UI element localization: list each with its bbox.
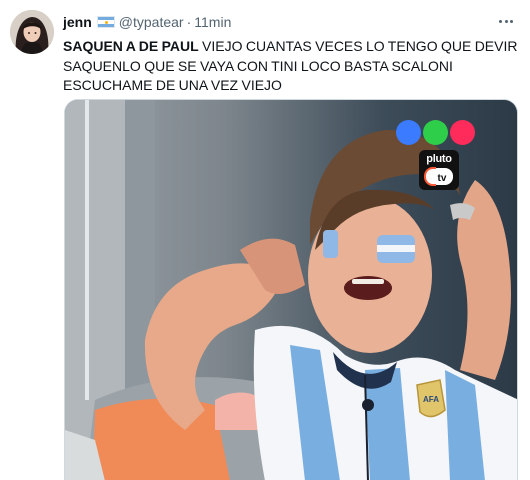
tweet-header: jenn @typatear · 11min [63, 12, 231, 32]
logo-dot-green [423, 120, 448, 145]
tv-badge: tv [424, 167, 453, 186]
channel-logo-icon [396, 120, 475, 145]
avatar[interactable] [10, 10, 54, 54]
logo-dot-blue [396, 120, 421, 145]
argentina-flag-icon [96, 16, 115, 28]
more-options-icon[interactable] [496, 12, 516, 30]
display-name[interactable]: jenn [63, 14, 92, 30]
tweet-media-image[interactable]: AFA pluto tv [64, 99, 518, 480]
tweet-text-bold: SAQUEN A DE PAUL [63, 38, 199, 54]
pluto-tv-badge: pluto tv [419, 150, 459, 190]
jersey-patch-text: AFA [423, 395, 439, 404]
logo-dot-red [450, 120, 475, 145]
user-handle[interactable]: @typatear [119, 14, 184, 30]
tweet[interactable]: jenn @typatear · 11min SAQUEN A DE PAUL … [0, 0, 530, 480]
separator: · [186, 14, 192, 30]
timestamp[interactable]: 11min [194, 14, 231, 30]
pluto-badge-label: pluto [426, 153, 452, 165]
tweet-text: SAQUEN A DE PAUL VIEJO CUANTAS VECES LO … [63, 37, 523, 96]
